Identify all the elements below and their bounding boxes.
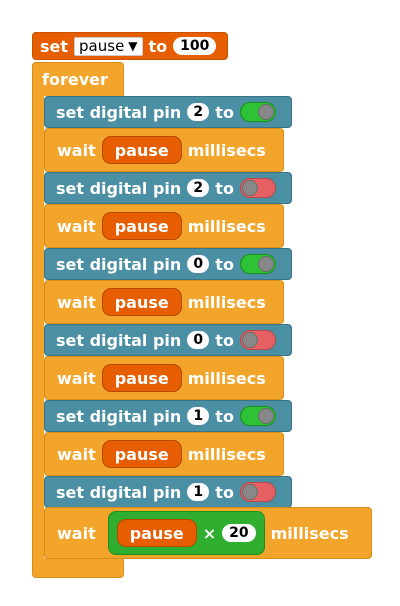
to-label: to [215,482,234,502]
toggle-knob [241,484,258,500]
set-digital-pin-label: set digital pin [56,254,182,274]
pin-number-input[interactable]: 1 [187,407,210,425]
factor-input[interactable]: 20 [222,524,256,542]
pin-number-input[interactable]: 2 [187,103,210,121]
wait-label: wait [57,523,96,543]
pin-state-toggle[interactable] [239,178,276,198]
variable-name: pause [79,37,125,55]
forever-block-spine [32,95,44,560]
pause-variable-reporter[interactable]: pause [116,519,197,547]
to-label: to [148,36,168,56]
set-digital-pin-label: set digital pin [56,102,182,122]
millisecs-label: millisecs [270,523,349,543]
millisecs-label: millisecs [187,368,266,388]
set-digital-pin-block[interactable]: set digital pin 0 to [44,248,292,280]
wait-block[interactable]: wait pause millisecs [44,280,284,324]
pin-state-toggle[interactable] [239,254,276,274]
forever-block[interactable]: forever [32,62,124,96]
pin-state-toggle[interactable] [239,406,276,426]
toggle-knob [257,104,274,120]
chevron-down-icon: ▼ [128,39,138,53]
set-digital-pin-label: set digital pin [56,482,182,502]
pin-number-input[interactable]: 0 [187,331,210,349]
toggle-knob [257,256,274,272]
wait-block[interactable]: wait pause millisecs [44,204,284,248]
pause-variable-reporter[interactable]: pause [101,136,182,164]
wait-label: wait [57,292,96,312]
set-digital-pin-label: set digital pin [56,330,182,350]
pin-number-input[interactable]: 0 [187,255,210,273]
wait-label: wait [57,140,96,160]
set-digital-pin-block[interactable]: set digital pin 2 to [44,172,292,204]
toggle-knob [241,332,258,348]
pause-variable-reporter[interactable]: pause [101,364,182,392]
wait-block-multiply[interactable]: wait pause × 20 millisecs [44,507,372,559]
set-digital-pin-block[interactable]: set digital pin 1 to [44,400,292,432]
pin-number-input[interactable]: 2 [187,179,210,197]
to-label: to [215,102,234,122]
wait-label: wait [57,216,96,236]
toggle-knob [257,408,274,424]
forever-label: forever [42,70,108,89]
millisecs-label: millisecs [187,216,266,236]
pause-variable-reporter[interactable]: pause [101,212,182,240]
millisecs-label: millisecs [187,292,266,312]
value-input[interactable]: 100 [173,37,217,55]
pause-variable-reporter[interactable]: pause [101,288,182,316]
to-label: to [215,406,234,426]
to-label: to [215,254,234,274]
pause-variable-reporter[interactable]: pause [101,440,182,468]
set-digital-pin-label: set digital pin [56,178,182,198]
wait-block[interactable]: wait pause millisecs [44,432,284,476]
wait-block[interactable]: wait pause millisecs [44,128,284,172]
set-digital-pin-label: set digital pin [56,406,182,426]
wait-label: wait [57,444,96,464]
toggle-knob [241,180,258,196]
millisecs-label: millisecs [187,140,266,160]
set-label: set [40,36,69,56]
set-digital-pin-block[interactable]: set digital pin 1 to [44,476,292,508]
set-variable-block[interactable]: set pause ▼ to 100 [32,32,228,60]
multiply-operator: × [202,523,217,543]
pin-state-toggle[interactable] [239,102,276,122]
millisecs-label: millisecs [187,444,266,464]
wait-label: wait [57,368,96,388]
pin-number-input[interactable]: 1 [187,483,210,501]
set-digital-pin-block[interactable]: set digital pin 2 to [44,96,292,128]
to-label: to [215,178,234,198]
pin-state-toggle[interactable] [239,482,276,502]
forever-block-foot [32,558,124,578]
variable-dropdown[interactable]: pause ▼ [74,36,143,56]
set-digital-pin-block[interactable]: set digital pin 0 to [44,324,292,356]
pin-state-toggle[interactable] [239,330,276,350]
multiply-block[interactable]: pause × 20 [107,511,265,555]
to-label: to [215,330,234,350]
wait-block[interactable]: wait pause millisecs [44,356,284,400]
